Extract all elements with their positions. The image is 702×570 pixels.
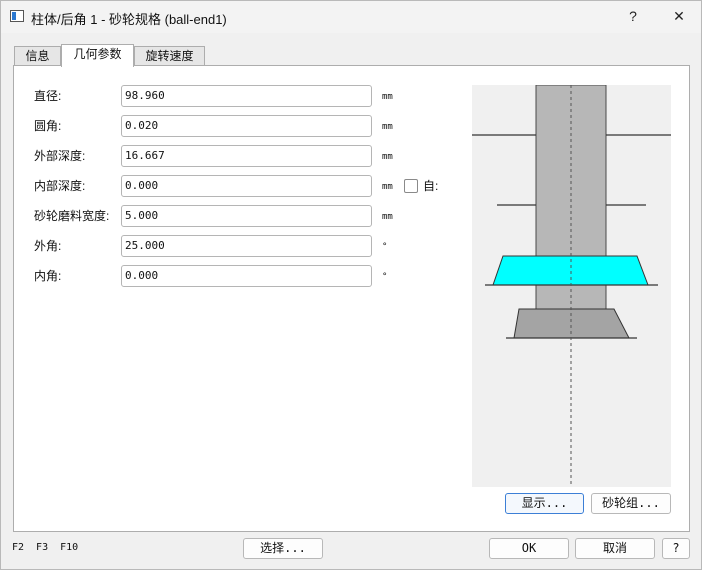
app-icon (10, 10, 24, 22)
diameter-label: 直径: (34, 89, 62, 103)
outer-depth-unit: mm (382, 152, 393, 162)
diameter-field[interactable]: 98.960 (121, 85, 372, 107)
close-icon[interactable]: ✕ (665, 5, 693, 27)
ok-button[interactable]: OK (489, 538, 569, 559)
show-button[interactable]: 显示... (505, 493, 584, 514)
inner-depth-label: 内部深度: (34, 179, 86, 193)
inner-angle-label: 内角: (34, 269, 62, 283)
dialog-window: 柱体/后角 1 - 砂轮规格 (ball-end1) ? ✕ 信息 几何参数 旋… (0, 0, 702, 570)
wheel-group-button[interactable]: 砂轮组... (591, 493, 671, 514)
inner-depth-field[interactable]: 0.000 (121, 175, 372, 197)
abrasive-width-label: 砂轮磨料宽度: (34, 209, 110, 223)
function-keys: F2 F3 F10 (12, 542, 79, 553)
inner-depth-unit: mm (382, 182, 393, 192)
tab-geometry[interactable]: 几何参数 (61, 44, 134, 67)
tab-rotation-speed[interactable]: 旋转速度 (134, 46, 205, 66)
outer-depth-label: 外部深度: (34, 149, 86, 163)
auto-checkbox[interactable] (404, 179, 418, 193)
cancel-button[interactable]: 取消 (575, 538, 655, 559)
diameter-unit: mm (382, 92, 393, 102)
help-title-button[interactable]: ? (619, 5, 647, 27)
inner-angle-field[interactable]: 0.000 (121, 265, 372, 287)
title-bar: 柱体/后角 1 - 砂轮规格 (ball-end1) ? ✕ (1, 1, 701, 33)
outer-depth-field[interactable]: 16.667 (121, 145, 372, 167)
tab-info[interactable]: 信息 (14, 46, 61, 66)
outer-angle-label: 外角: (34, 239, 62, 253)
outer-angle-field[interactable]: 25.000 (121, 235, 372, 257)
abrasive-width-unit: mm (382, 212, 393, 222)
geometry-panel: 直径: 98.960 mm 圆角: 0.020 mm 外部深度: 16.667 … (13, 65, 690, 532)
wheel-diagram (472, 84, 671, 487)
wheel-preview (472, 84, 671, 487)
fillet-label: 圆角: (34, 119, 62, 133)
select-button[interactable]: 选择... (243, 538, 323, 559)
outer-angle-unit: ° (382, 242, 388, 252)
fillet-unit: mm (382, 122, 393, 132)
fillet-field[interactable]: 0.020 (121, 115, 372, 137)
inner-angle-unit: ° (382, 272, 388, 282)
window-title: 柱体/后角 1 - 砂轮规格 (ball-end1) (31, 12, 227, 27)
auto-checkbox-label: 自: (423, 179, 439, 193)
abrasive-width-field[interactable]: 5.000 (121, 205, 372, 227)
help-button[interactable]: ? (662, 538, 690, 559)
